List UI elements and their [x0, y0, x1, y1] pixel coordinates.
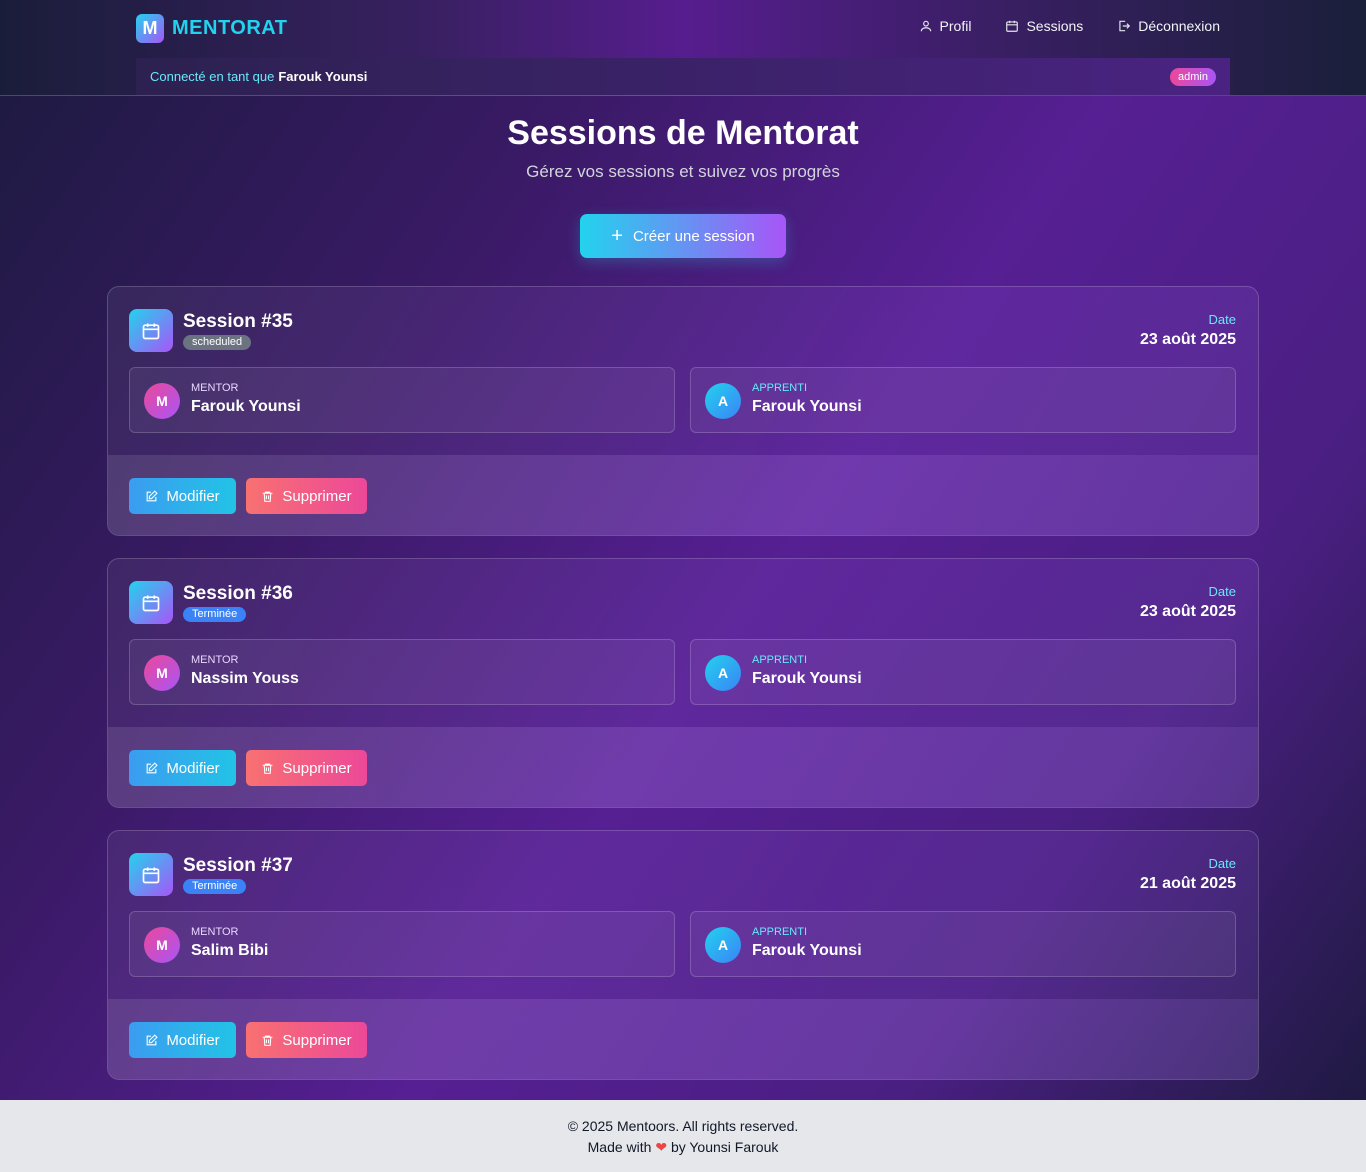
- apprenti-avatar: A: [705, 383, 741, 419]
- edit-button[interactable]: Modifier: [129, 1022, 236, 1058]
- apprenti-name: Farouk Younsi: [752, 942, 862, 959]
- mentor-name: Nassim Youss: [191, 670, 299, 687]
- apprenti-box: A APPRENTI Farouk Younsi: [690, 367, 1236, 433]
- create-session-button[interactable]: + Créer une session: [580, 214, 786, 258]
- delete-button[interactable]: Supprimer: [246, 750, 367, 786]
- edit-label: Modifier: [166, 1031, 220, 1049]
- mentor-avatar: M: [144, 655, 180, 691]
- trash-icon: [263, 763, 273, 774]
- user-icon: [920, 20, 931, 32]
- apprenti-role-label: APPRENTI: [752, 926, 808, 938]
- apprenti-role-label: APPRENTI: [752, 654, 808, 666]
- session-card-actions: Modifier Supprimer: [108, 999, 1258, 1079]
- edit-icon: [146, 1033, 158, 1045]
- mentor-name: Salim Bibi: [191, 942, 269, 959]
- session-card: Session #35 scheduled Date 23 août 2025 …: [107, 286, 1259, 536]
- plus-icon: +: [611, 225, 623, 247]
- edit-label: Modifier: [166, 759, 220, 777]
- page-title: Sessions de Mentorat: [507, 114, 859, 152]
- apprenti-box: A APPRENTI Farouk Younsi: [690, 911, 1236, 977]
- nav-profil[interactable]: Profil: [919, 18, 972, 34]
- mentor-box: M MENTOR Farouk Younsi: [129, 367, 675, 433]
- apprenti-role-label: APPRENTI: [752, 382, 808, 394]
- footer: © 2025 Mentoors. All rights reserved. Ma…: [0, 1100, 1366, 1172]
- calendar-icon: [1006, 20, 1019, 32]
- edit-button[interactable]: Modifier: [129, 478, 236, 514]
- nav-logout-label: Déconnexion: [1138, 18, 1220, 34]
- mentor-avatar: M: [144, 927, 180, 963]
- status-badge: scheduled: [183, 335, 252, 350]
- mentor-role-label: MENTOR: [191, 654, 239, 666]
- date-label: Date: [1208, 584, 1236, 599]
- nav-logout[interactable]: Déconnexion: [1117, 18, 1220, 34]
- page-subtitle: Gérez vos sessions et suivez vos progrès: [526, 162, 840, 181]
- delete-button[interactable]: Supprimer: [246, 1022, 367, 1058]
- session-card-body: Session #36 Terminée Date 23 août 2025 M…: [108, 559, 1258, 727]
- mentor-role-label: MENTOR: [191, 926, 239, 938]
- main-nav: Profil Sessions Déconnexion: [919, 18, 1220, 34]
- mentor-box: M MENTOR Nassim Youss: [129, 639, 675, 705]
- apprenti-name: Farouk Younsi: [752, 670, 862, 687]
- mentor-box: M MENTOR Salim Bibi: [129, 911, 675, 977]
- delete-label: Supprimer: [282, 759, 352, 777]
- status-badge: Terminée: [183, 607, 247, 622]
- delete-label: Supprimer: [282, 1031, 352, 1049]
- nav-sessions-label: Sessions: [1026, 18, 1084, 34]
- edit-icon: [146, 489, 158, 501]
- session-title: Session #35: [183, 311, 293, 332]
- apprenti-name: Farouk Younsi: [752, 398, 862, 415]
- status-badge: Terminée: [183, 879, 247, 894]
- footer-credit: Made with ❤ by Younsi Farouk: [0, 1139, 1366, 1156]
- session-date: 21 août 2025: [1139, 875, 1236, 892]
- session-card-actions: Modifier Supprimer: [108, 727, 1258, 807]
- delete-button[interactable]: Supprimer: [246, 478, 367, 514]
- apprenti-box: A APPRENTI Farouk Younsi: [690, 639, 1236, 705]
- nav-sessions[interactable]: Sessions: [1005, 18, 1083, 34]
- heart-icon: ❤: [655, 1139, 668, 1155]
- session-calendar-icon: [129, 581, 173, 624]
- logout-icon: [1119, 20, 1131, 32]
- role-badge: admin: [1170, 67, 1216, 86]
- session-calendar-icon: [129, 309, 173, 352]
- brand-logo: M: [136, 14, 164, 43]
- apprenti-avatar: A: [705, 927, 741, 963]
- session-date: 23 août 2025: [1139, 331, 1236, 348]
- mentor-avatar: M: [144, 383, 180, 419]
- brand[interactable]: M MENTORAT: [136, 14, 287, 43]
- session-card: Session #37 Terminée Date 21 août 2025 M…: [107, 830, 1259, 1080]
- made-with-text: Made with: [587, 1139, 652, 1155]
- footer-copyright: © 2025 Mentoors. All rights reserved.: [567, 1118, 799, 1134]
- session-card-body: Session #35 scheduled Date 23 août 2025 …: [108, 287, 1258, 455]
- create-session-label: Créer une session: [632, 227, 755, 245]
- connected-label: Connecté en tant que: [150, 69, 275, 84]
- date-label: Date: [1208, 312, 1236, 327]
- mentor-name: Farouk Younsi: [191, 398, 301, 415]
- session-card-actions: Modifier Supprimer: [108, 455, 1258, 535]
- author-credit: by Younsi Farouk: [670, 1139, 779, 1155]
- user-status-bar: Connecté en tant que Farouk Younsi admin: [136, 58, 1230, 95]
- top-header: M MENTORAT Profil Sessions Déconnexion C…: [0, 0, 1366, 96]
- session-calendar-icon: [129, 853, 173, 896]
- session-card: Session #36 Terminée Date 23 août 2025 M…: [107, 558, 1259, 808]
- session-title: Session #37: [183, 855, 293, 876]
- edit-button[interactable]: Modifier: [129, 750, 236, 786]
- mentor-role-label: MENTOR: [191, 382, 239, 394]
- session-card-body: Session #37 Terminée Date 21 août 2025 M…: [108, 831, 1258, 999]
- nav-profil-label: Profil: [939, 18, 972, 34]
- brand-name: MENTORAT: [172, 17, 288, 39]
- current-user-name: Farouk Younsi: [278, 69, 368, 84]
- trash-icon: [263, 491, 273, 502]
- apprenti-avatar: A: [705, 655, 741, 691]
- edit-icon: [146, 761, 158, 773]
- trash-icon: [263, 1035, 273, 1046]
- delete-label: Supprimer: [282, 487, 352, 505]
- session-date: 23 août 2025: [1139, 603, 1236, 620]
- date-label: Date: [1208, 856, 1236, 871]
- session-title: Session #36: [183, 583, 293, 604]
- edit-label: Modifier: [166, 487, 220, 505]
